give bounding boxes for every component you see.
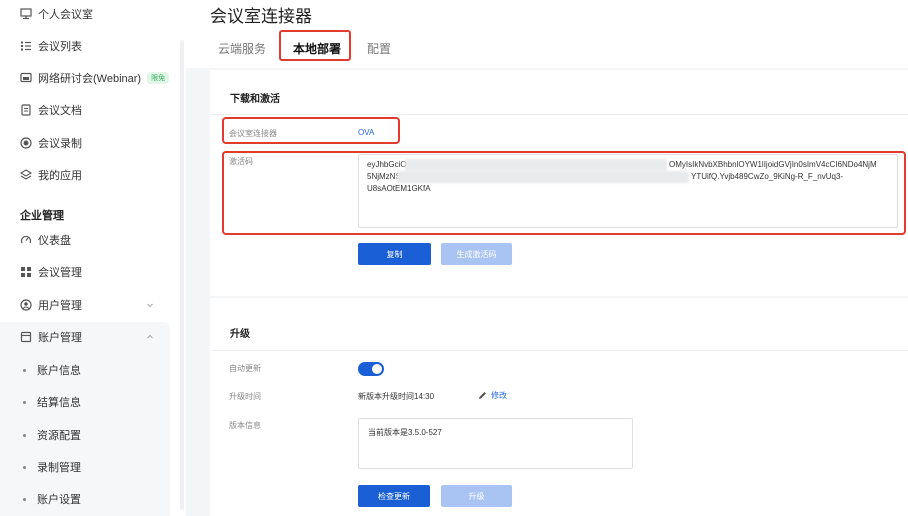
bullet-icon — [23, 465, 26, 469]
version-info-label: 版本信息 — [229, 421, 261, 430]
sidebar-item-label: 我的应用 — [38, 170, 82, 182]
sidebar-subitem-resource-config[interactable]: 资源配置 — [0, 421, 170, 449]
sidebar-scrollbar[interactable] — [180, 40, 184, 510]
meeting-room-icon — [20, 8, 32, 20]
sidebar-item-label: 网络研讨会(Webinar) — [38, 73, 142, 85]
dashboard-icon — [20, 234, 32, 246]
sidebar-item-label: 会议录制 — [38, 138, 82, 150]
sidebar-item-label: 会议管理 — [38, 267, 82, 279]
edit-upgrade-time-link[interactable]: 修改 — [478, 390, 507, 401]
card-title-upgrade: 升级 — [230, 329, 250, 340]
version-info-value: 当前版本是3.5.0-527 — [368, 428, 442, 437]
sidebar-item-user-management[interactable]: 用户管理 — [0, 291, 180, 319]
sidebar-item-webinar[interactable]: 网络研讨会(Webinar) 限免 — [0, 64, 180, 92]
sidebar-item-label: 账户管理 — [38, 332, 82, 344]
bullet-icon — [23, 433, 26, 437]
page-title: 会议室连接器 — [210, 7, 312, 26]
sidebar-subitem-label: 账户信息 — [37, 365, 81, 377]
webinar-icon — [20, 72, 32, 84]
record-icon — [20, 137, 32, 149]
sidebar-item-account-management[interactable]: 账户管理 — [0, 323, 180, 351]
upgrade-time-value: 新版本升级时间14:30 — [358, 392, 435, 401]
sidebar-item-label: 仪表盘 — [38, 235, 71, 247]
apps-icon — [20, 169, 32, 181]
card-title-download: 下载和激活 — [230, 94, 280, 105]
sidebar-subitem-label: 录制管理 — [37, 462, 81, 474]
activation-code-highlight-annotation — [222, 151, 906, 235]
account-icon — [20, 331, 32, 343]
auto-update-label: 自动更新 — [229, 364, 261, 373]
sidebar-subitem-label: 账户设置 — [37, 494, 81, 506]
sidebar-subitem-account-info[interactable]: 账户信息 — [0, 356, 170, 384]
sidebar-item-meeting-recording[interactable]: 会议录制 — [0, 129, 180, 157]
toggle-knob — [372, 364, 382, 374]
sidebar-item-label: 用户管理 — [38, 300, 82, 312]
sidebar-subitem-label: 结算信息 — [37, 397, 81, 409]
tab-cloud-service[interactable]: 云端服务 — [218, 40, 266, 57]
check-update-button[interactable]: 检查更新 — [358, 485, 430, 507]
sidebar-item-label: 个人会议室 — [38, 9, 93, 21]
edit-link-label: 修改 — [491, 391, 507, 400]
sidebar-item-label: 会议列表 — [38, 41, 82, 53]
tab-config[interactable]: 配置 — [367, 40, 391, 57]
chevron-down-icon — [147, 303, 153, 308]
bullet-icon — [23, 497, 26, 501]
sidebar-item-meeting-list[interactable]: 会议列表 — [0, 32, 180, 60]
free-badge: 限免 — [147, 72, 170, 84]
sidebar-item-meeting-management[interactable]: 会议管理 — [0, 258, 180, 286]
sidebar-item-personal-meeting-room[interactable]: 个人会议室 — [0, 0, 180, 28]
card-divider — [210, 114, 908, 115]
sidebar-item-label: 会议文档 — [38, 105, 82, 117]
sidebar-item-meeting-docs[interactable]: 会议文档 — [0, 96, 180, 124]
upgrade-time-label: 升级时间 — [229, 392, 261, 401]
document-icon — [20, 104, 32, 116]
upgrade-button[interactable]: 升级 — [441, 485, 512, 507]
card-divider — [210, 350, 908, 351]
sidebar-subitem-billing-info[interactable]: 结算信息 — [0, 388, 170, 416]
user-icon — [20, 299, 32, 311]
copy-button[interactable]: 复制 — [358, 243, 431, 265]
main-header: 会议室连接器 云端服务 本地部署 配置 — [186, 0, 908, 68]
connector-highlight-annotation — [222, 117, 400, 144]
chevron-up-icon — [147, 334, 153, 339]
sidebar: 个人会议室 会议列表 网络研讨会(Webinar) 限免 会议文档 会议录制 我… — [0, 0, 186, 516]
bullet-icon — [23, 400, 26, 404]
list-icon — [20, 40, 32, 52]
pencil-icon — [479, 392, 486, 399]
section-title-enterprise: 企业管理 — [20, 210, 64, 222]
version-info-box: 当前版本是3.5.0-527 — [358, 418, 633, 469]
generate-activation-code-button[interactable]: 生成激活码 — [441, 243, 512, 265]
sidebar-item-dashboard[interactable]: 仪表盘 — [0, 226, 180, 254]
tab-highlight-annotation — [279, 30, 351, 61]
grid-icon — [20, 266, 32, 278]
upgrade-card: 升级 — [210, 298, 908, 516]
sidebar-subitem-label: 资源配置 — [37, 430, 81, 442]
bullet-icon — [23, 368, 26, 372]
sidebar-subitem-recording-management[interactable]: 录制管理 — [0, 453, 170, 481]
sidebar-item-my-apps[interactable]: 我的应用 — [0, 161, 180, 189]
sidebar-subitem-account-settings[interactable]: 账户设置 — [0, 485, 170, 513]
auto-update-toggle[interactable] — [358, 362, 384, 376]
